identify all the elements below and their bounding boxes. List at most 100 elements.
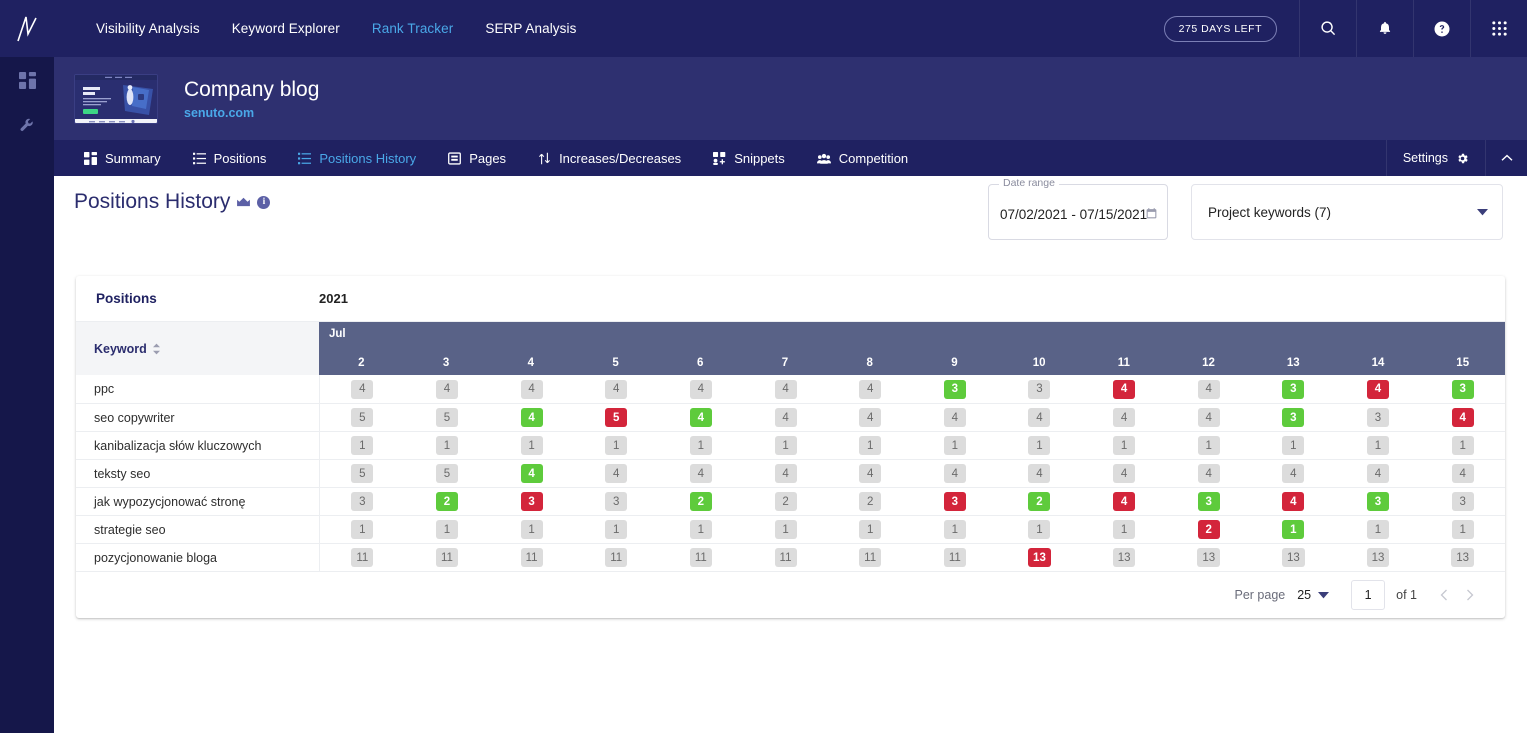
position-cell: 4	[489, 408, 574, 427]
position-cells: 4 4 4 4 4 4 4 3 3 4 4 3 4 3	[319, 375, 1505, 403]
position-cell: 1	[320, 520, 405, 539]
per-page-dropdown-icon[interactable]	[1318, 586, 1330, 604]
apps-grid-button[interactable]	[1470, 0, 1527, 57]
position-badge: 4	[605, 464, 628, 483]
position-cell: 11	[405, 548, 490, 567]
tab-competition[interactable]: Competition	[801, 140, 924, 176]
grid-icon	[84, 151, 97, 165]
search-button[interactable]	[1299, 0, 1356, 57]
position-cell: 1	[405, 520, 490, 539]
keyword-cell: teksty seo	[94, 466, 151, 481]
position-cell: 4	[828, 464, 913, 483]
sidebar-item-dashboard[interactable]	[0, 57, 54, 103]
position-badge: 4	[1197, 464, 1220, 483]
position-cell: 1	[743, 436, 828, 455]
position-badge: 4	[605, 379, 628, 399]
position-badge: 1	[1028, 436, 1051, 455]
tab-increases-decreases[interactable]: Increases/Decreases	[522, 140, 697, 176]
position-badge: 3	[1028, 379, 1051, 399]
collapse-panel-button[interactable]	[1485, 140, 1527, 176]
position-cell: 1	[405, 436, 490, 455]
tab-positions-history[interactable]: Positions History	[282, 140, 432, 176]
position-cell: 11	[659, 548, 744, 567]
top-navigation-bar: Visibility Analysis Keyword Explorer Ran…	[0, 0, 1527, 57]
calendar-icon[interactable]	[1145, 207, 1158, 225]
table-row[interactable]: jak wypozycjonować stronę 3 2 3 3 2 2 2 3 2 4 3 4 3 3	[76, 487, 1505, 516]
position-badge: 4	[689, 408, 712, 427]
project-header: Company blog senuto.com	[54, 57, 1527, 140]
position-cell: 4	[1082, 408, 1167, 427]
position-cell: 4	[1336, 464, 1421, 483]
position-cell: 4	[1336, 379, 1421, 399]
position-cell: 4	[997, 464, 1082, 483]
position-cell: 4	[1082, 464, 1167, 483]
project-domain-link[interactable]: senuto.com	[184, 106, 319, 120]
project-tab-bar: Summary Positions Positions History Page…	[54, 140, 1527, 176]
notifications-button[interactable]	[1356, 0, 1413, 57]
position-badge: 5	[351, 464, 374, 483]
help-button[interactable]	[1413, 0, 1470, 57]
tab-snippets[interactable]: Snippets	[697, 140, 801, 176]
next-page-button[interactable]	[1457, 582, 1483, 608]
column-header-keyword[interactable]: Keyword	[76, 322, 319, 375]
position-badge: 3	[1282, 379, 1305, 399]
table-row[interactable]: ppc 4 4 4 4 4 4 4 3 3 4 4 3 4 3	[76, 375, 1505, 403]
day-column-header: 3	[442, 357, 450, 369]
senuto-logo[interactable]	[0, 0, 54, 57]
day-column-header: 9	[951, 357, 958, 369]
tab-positions[interactable]: Positions	[177, 140, 283, 176]
previous-page-button[interactable]	[1431, 582, 1457, 608]
per-page-value[interactable]: 25	[1297, 588, 1311, 602]
position-badge: 4	[520, 379, 543, 399]
table-row[interactable]: strategie seo 1 1 1 1 1 1 1 1 1 1 2 1 1 1	[76, 515, 1505, 544]
search-icon	[1320, 21, 1335, 36]
position-cell: 1	[1420, 436, 1505, 455]
position-cell: 11	[320, 548, 405, 567]
info-icon[interactable]: i	[257, 195, 271, 209]
position-cell: 3	[1251, 408, 1336, 427]
settings-button[interactable]: Settings	[1385, 140, 1485, 176]
table-row[interactable]: pozycjonowanie bloga 11 11 11 11 11 11 11 11 13 13…	[76, 543, 1505, 572]
table-row[interactable]: kanibalizacja słów kluczowych 1 1 1 1 1 1 1 1 1 1 1…	[76, 431, 1505, 460]
date-columns-header: Jul 2 3 4 5 6 7 8 9 10 11 12 13 14 15	[319, 322, 1505, 375]
page-title-row: Positions History i	[74, 190, 271, 214]
position-cell: 2	[828, 492, 913, 511]
position-cells: 5 5 4 5 4 4 4 4 4 4 4 3 3 4	[319, 403, 1505, 432]
position-badge: 4	[351, 379, 374, 399]
position-cells: 1 1 1 1 1 1 1 1 1 1 1 1 1 1	[319, 431, 1505, 460]
nav-link-serp-analysis[interactable]: SERP Analysis	[469, 21, 592, 36]
position-badge: 13	[1366, 548, 1390, 567]
day-column-header: 12	[1202, 357, 1215, 369]
gear-icon	[1458, 153, 1468, 163]
nav-link-rank-tracker[interactable]: Rank Tracker	[356, 21, 469, 36]
position-badge: 13	[1028, 548, 1051, 567]
dashboard-icon	[18, 71, 36, 89]
position-badge: 3	[1282, 408, 1305, 427]
sidebar-item-tools[interactable]	[0, 103, 54, 149]
position-badge: 4	[435, 379, 458, 399]
position-badge: 4	[520, 408, 543, 427]
position-badge: 4	[1113, 464, 1136, 483]
project-preview-image	[75, 74, 157, 123]
tab-summary[interactable]: Summary	[68, 140, 177, 176]
trial-days-badge[interactable]: 275 DAYS LEFT	[1163, 15, 1277, 42]
date-range-field[interactable]: Date range 07/02/2021 - 07/15/2021	[988, 177, 1168, 240]
nav-link-visibility-analysis[interactable]: Visibility Analysis	[80, 21, 216, 36]
position-cell: 4	[1166, 408, 1251, 427]
keyword-group-select[interactable]: Project keywords (7)	[1191, 184, 1503, 240]
table-row[interactable]: teksty seo 5 5 4 4 4 4 4 4 4 4 4 4 4 4	[76, 459, 1505, 488]
tab-pages[interactable]: Pages	[432, 140, 522, 176]
date-range-label: Date range	[999, 177, 1059, 189]
position-badge: 11	[943, 548, 966, 567]
table-header-row: Keyword Jul 2 3 4 5 6 7 8 9 10 11 12 13 14 15	[76, 322, 1505, 375]
position-cell: 4	[1420, 408, 1505, 427]
position-badge: 4	[1451, 408, 1474, 427]
snippets-icon	[713, 151, 726, 165]
position-badge: 1	[774, 436, 797, 455]
nav-link-keyword-explorer[interactable]: Keyword Explorer	[216, 21, 356, 36]
sort-icon[interactable]	[152, 343, 161, 355]
table-row[interactable]: seo copywriter 5 5 4 5 4 4 4 4 4 4 4 3 3 4	[76, 403, 1505, 432]
position-cell: 4	[912, 408, 997, 427]
page-number-input[interactable]: 1	[1351, 580, 1386, 610]
position-badge: 11	[774, 548, 797, 567]
